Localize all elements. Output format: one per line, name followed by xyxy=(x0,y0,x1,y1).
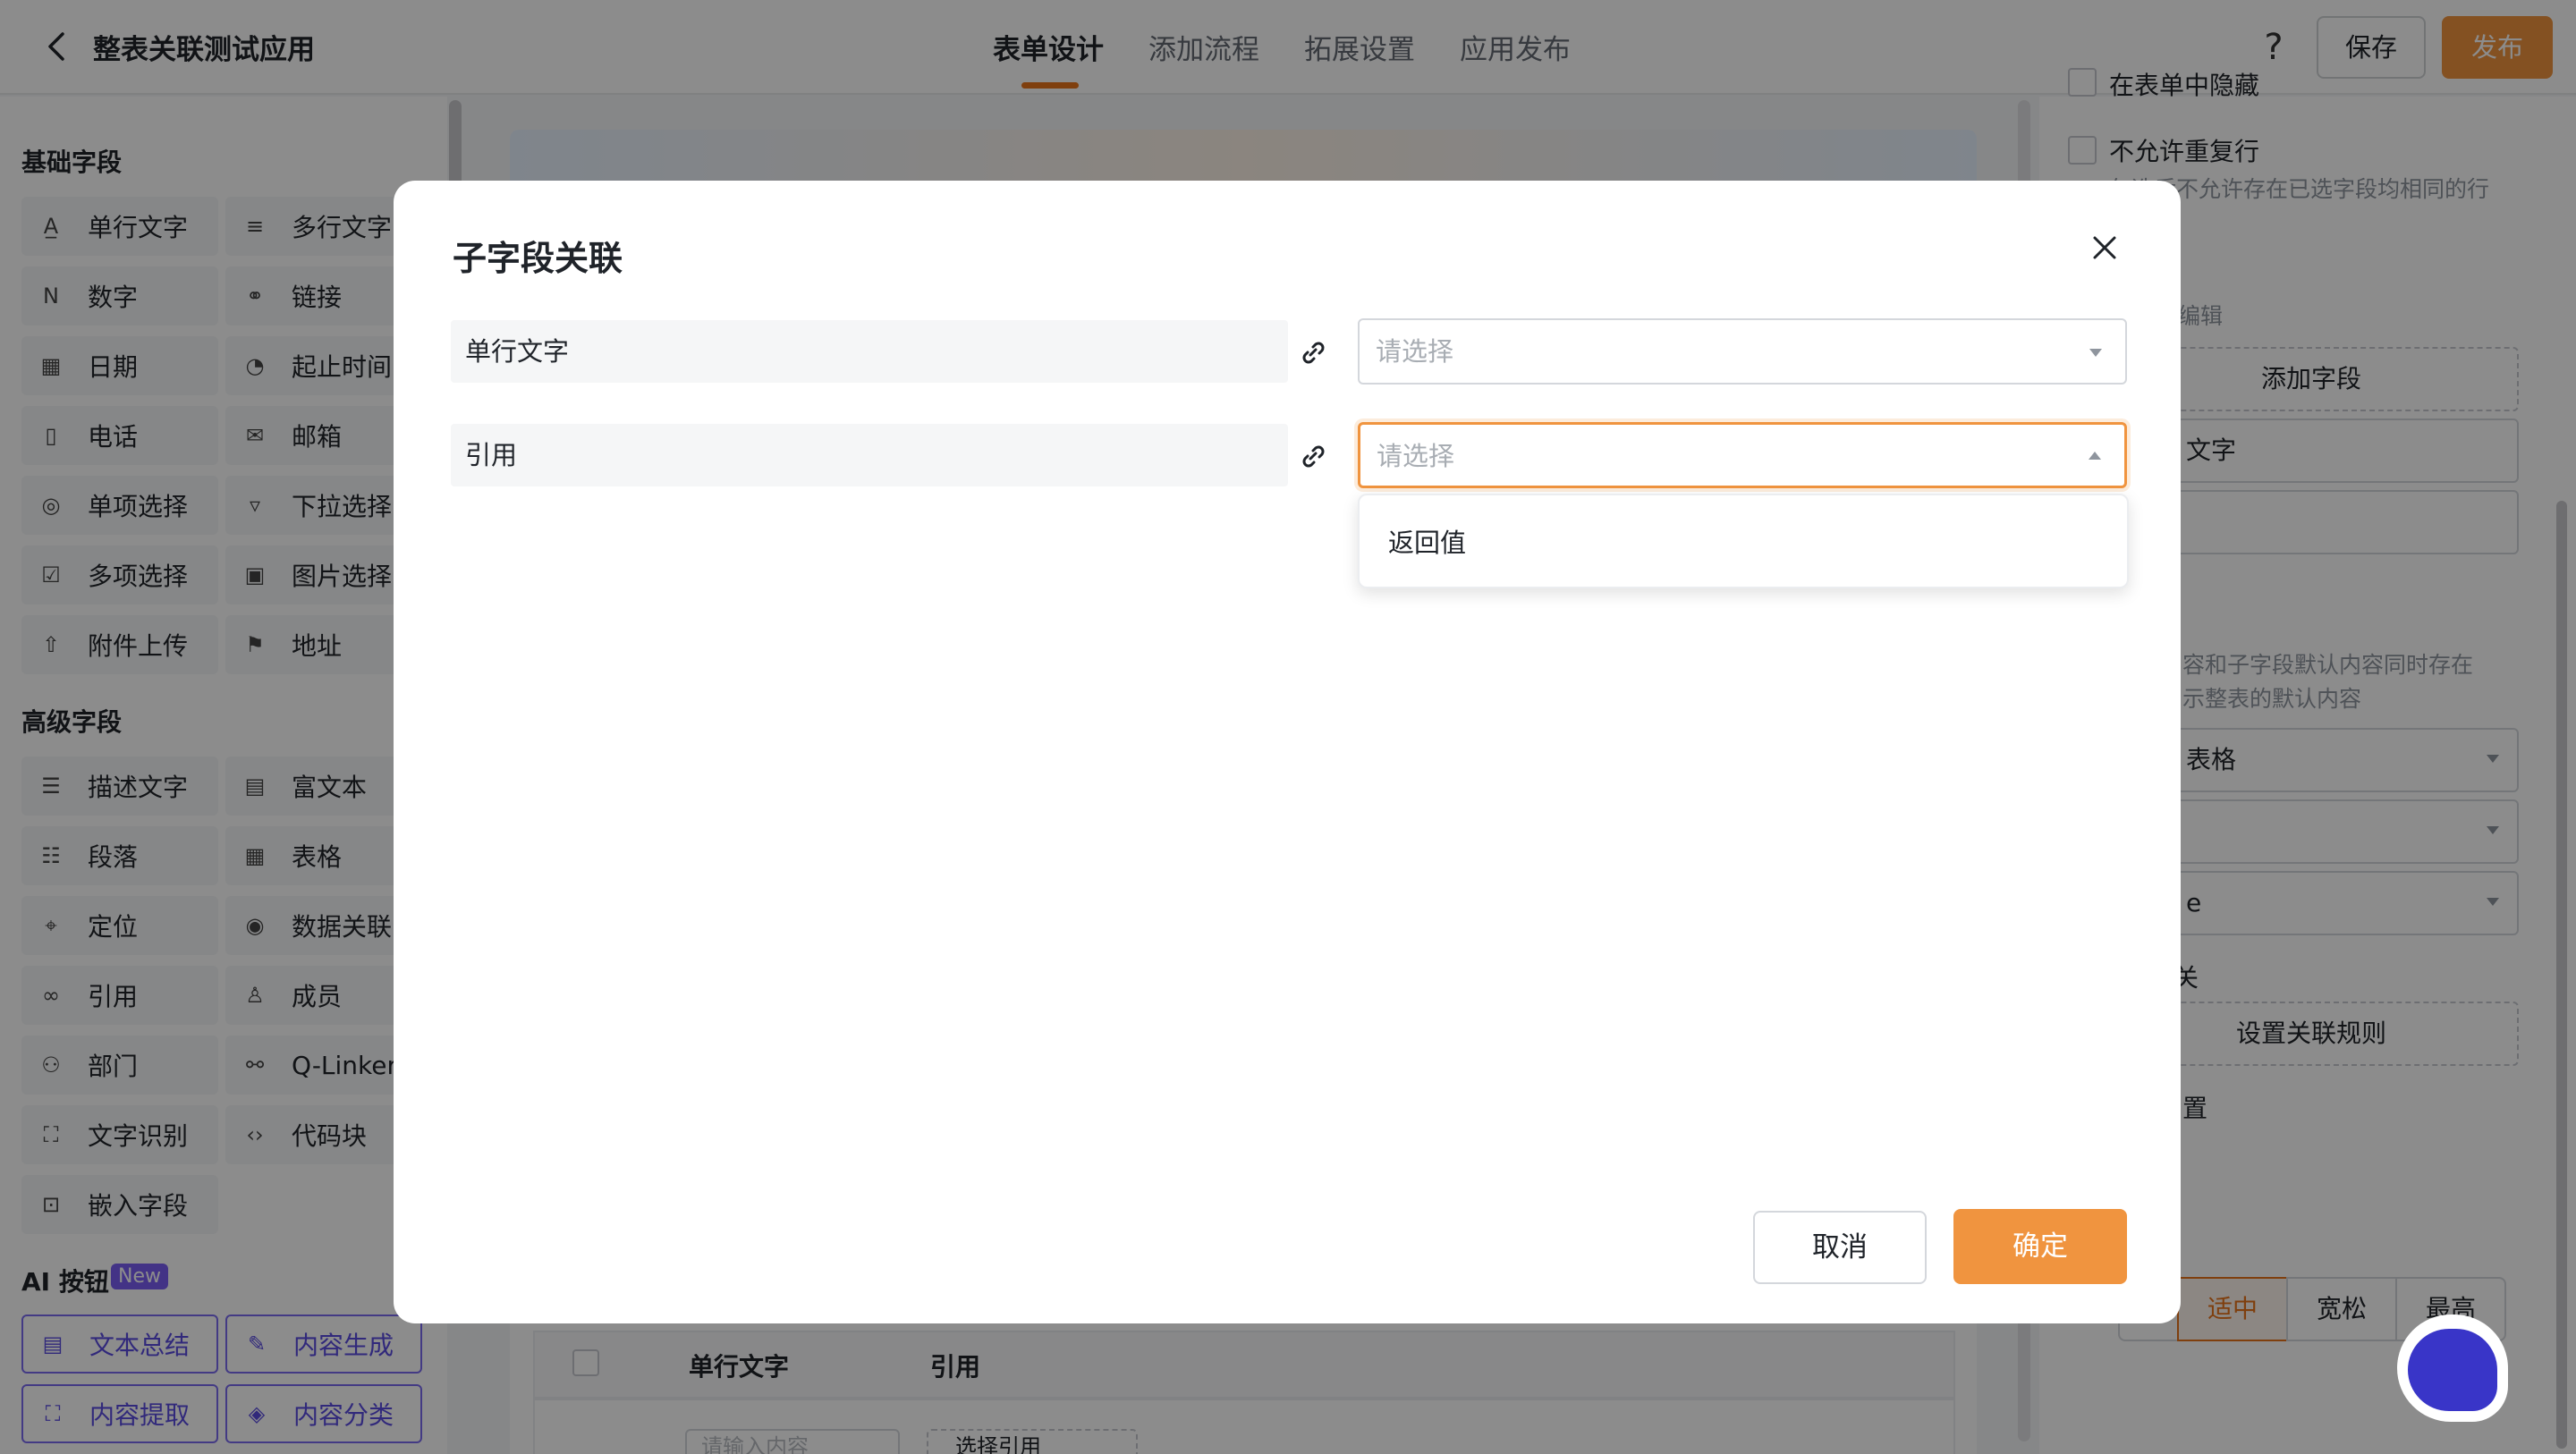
link-icon xyxy=(1302,342,1325,364)
mapping-row: 引用 请选择 xyxy=(451,422,2127,490)
source-field: 单行文字 xyxy=(451,320,1288,383)
subfield-link-dialog: 子字段关联 单行文字 请选择 引用 请选择 返回值 取消 确定 xyxy=(394,181,2181,1323)
target-field-select[interactable]: 请选择 xyxy=(1358,318,2127,385)
link-icon xyxy=(1302,445,1325,468)
select-placeholder: 请选择 xyxy=(1377,441,1455,471)
source-field: 引用 xyxy=(451,424,1288,486)
close-icon[interactable] xyxy=(2082,225,2127,270)
target-field-select[interactable]: 请选择 xyxy=(1358,422,2127,488)
mapping-row: 单行文字 请选择 xyxy=(451,318,2127,386)
dialog-title: 子字段关联 xyxy=(453,239,623,278)
select-placeholder: 请选择 xyxy=(1376,336,1454,367)
select-dropdown: 返回值 xyxy=(1358,494,2129,588)
dropdown-option-return-value[interactable]: 返回值 xyxy=(1388,522,1466,560)
cancel-button[interactable]: 取消 xyxy=(1753,1211,1927,1284)
chevron-down-icon xyxy=(2089,349,2102,357)
chevron-up-icon xyxy=(2089,452,2101,460)
assistant-icon xyxy=(2408,1329,2497,1411)
confirm-button[interactable]: 确定 xyxy=(1953,1209,2127,1284)
